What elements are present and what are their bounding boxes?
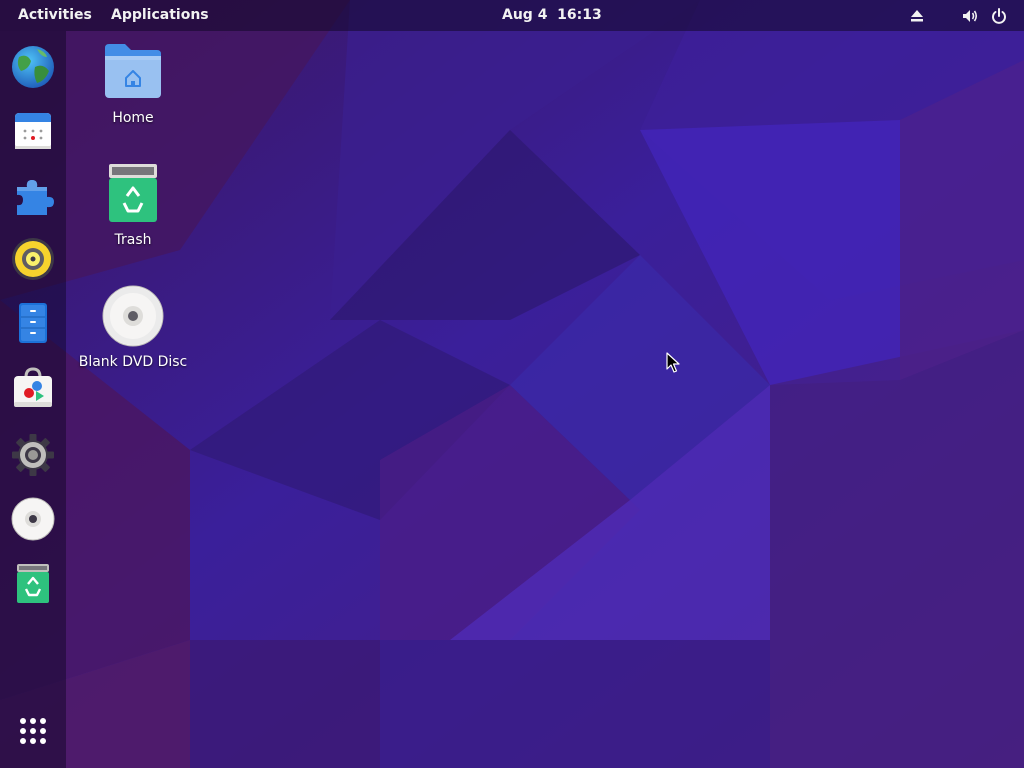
desktop-icon-label: Blank DVD Disc bbox=[78, 354, 188, 370]
globe-icon bbox=[12, 46, 54, 88]
home-folder-icon bbox=[105, 44, 161, 98]
desktop-screen: Activities Applications Aug 4 16:13 Home… bbox=[0, 0, 1024, 768]
disc-icon bbox=[11, 497, 55, 541]
dock-item-file-manager[interactable] bbox=[9, 299, 57, 347]
disc-icon bbox=[102, 285, 164, 347]
file-cabinet-icon bbox=[19, 303, 47, 343]
desktop-icon-label: Home bbox=[112, 110, 154, 126]
applications-menu-button[interactable]: Applications bbox=[103, 0, 217, 31]
top-bar: Activities Applications Aug 4 16:13 bbox=[0, 0, 1024, 31]
dock-item-trash[interactable] bbox=[9, 559, 57, 607]
speaker-icon bbox=[12, 238, 54, 280]
clock-button[interactable]: Aug 4 16:13 bbox=[494, 0, 610, 31]
dock-item-web-browser[interactable] bbox=[9, 43, 57, 91]
gear-icon bbox=[12, 434, 54, 476]
calendar-icon bbox=[15, 113, 51, 149]
activities-button[interactable]: Activities bbox=[10, 0, 100, 31]
dock-item-software-store[interactable] bbox=[9, 363, 57, 411]
power-icon[interactable] bbox=[990, 7, 1008, 25]
app-grid-icon bbox=[20, 718, 46, 744]
dock-item-show-apps[interactable] bbox=[9, 707, 57, 755]
trash-icon bbox=[109, 164, 157, 222]
desktop-icon-label: Trash bbox=[114, 232, 152, 248]
desktop-icon-trash[interactable]: Trash bbox=[78, 162, 188, 248]
dock-item-settings[interactable] bbox=[9, 431, 57, 479]
eject-icon[interactable] bbox=[908, 7, 926, 25]
puzzle-piece-icon bbox=[17, 180, 54, 215]
mouse-pointer-icon bbox=[666, 352, 680, 373]
trash-icon bbox=[17, 564, 49, 603]
dock-item-music-player[interactable] bbox=[9, 235, 57, 283]
dock-item-extensions[interactable] bbox=[9, 171, 57, 219]
dash-dock bbox=[0, 31, 66, 768]
shopping-bag-icon bbox=[14, 367, 52, 407]
desktop-icon-blank-dvd-disc[interactable]: Blank DVD Disc bbox=[78, 284, 188, 370]
volume-icon[interactable] bbox=[961, 7, 979, 25]
desktop-icon-home[interactable]: Home bbox=[78, 40, 188, 126]
dock-item-calendar[interactable] bbox=[9, 107, 57, 155]
dock-item-dvd-disc[interactable] bbox=[9, 495, 57, 543]
